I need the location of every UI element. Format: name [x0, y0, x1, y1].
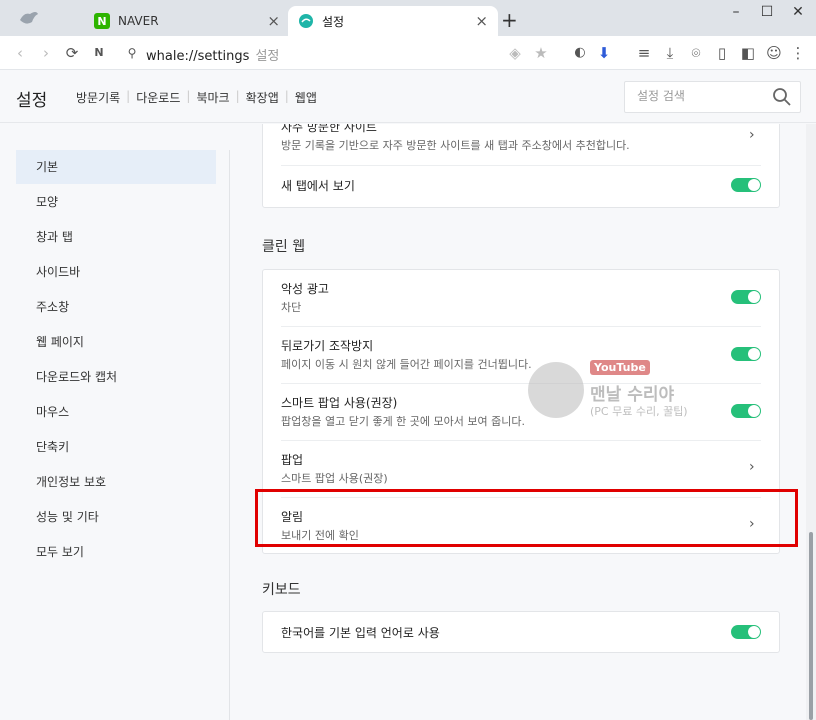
watermark-name: 맨날 수리야 — [590, 385, 675, 405]
sidebar-item-shortcuts[interactable]: 단축키 — [16, 430, 216, 464]
youtube-badge: YouTube — [590, 360, 650, 375]
row-title: 한국어를 기본 입력 언어로 사용 — [281, 626, 440, 640]
title-bar: N NAVER × 설정 × + – ☐ ✕ — [0, 0, 816, 36]
link-bookmarks[interactable]: 북마크 — [190, 89, 235, 106]
forward-icon[interactable]: › — [36, 43, 56, 63]
sidebar-item-sidebar[interactable]: 사이드바 — [16, 255, 216, 289]
settings-content: 자주 방문한 사이트 방문 기록을 기반으로 자주 방문한 사이트를 새 탭과 … — [230, 124, 808, 720]
page-title: 설정 — [16, 91, 48, 111]
tab-label: NAVER — [118, 14, 159, 28]
naver-favicon: N — [94, 13, 110, 29]
mascot-logo — [528, 362, 584, 418]
settings-search[interactable] — [624, 81, 801, 113]
address-input[interactable]: whale://settings 설정 — [146, 45, 279, 64]
site-info-icon[interactable]: ⚲ — [122, 43, 142, 63]
row-title: 스마트 팝업 사용(권장) — [281, 396, 398, 410]
section-title-clean-web: 클린 웹 — [262, 239, 306, 255]
malicious-ads-toggle[interactable] — [731, 290, 761, 304]
tab-label: 설정 — [322, 14, 345, 29]
sidebar-item-appearance[interactable]: 모양 — [16, 185, 216, 219]
home-icon[interactable]: N — [89, 43, 109, 63]
newtab-toggle[interactable] — [731, 178, 761, 192]
minimize-icon[interactable]: – — [720, 4, 752, 20]
smart-popup-toggle[interactable] — [731, 404, 761, 418]
watermark: YouTube 맨날 수리야 (PC 무료 수리, 꿀팁) — [528, 358, 708, 424]
highlight-box — [255, 489, 798, 547]
scrollbar-thumb[interactable] — [809, 532, 813, 720]
maximize-icon[interactable]: ☐ — [751, 4, 783, 20]
sidebar-item-all[interactable]: 모두 보기 — [16, 535, 216, 569]
malicious-ads-row: 악성 광고 차단 — [281, 270, 761, 327]
whale-logo-icon — [20, 12, 38, 24]
row-title: 자주 방문한 사이트 — [281, 124, 377, 134]
download-arrow-icon[interactable]: ⬇ — [594, 43, 614, 63]
korean-default-row: 한국어를 기본 입력 언어로 사용 — [281, 612, 761, 652]
korean-default-toggle[interactable] — [731, 625, 761, 639]
sidebar-item-windows-tabs[interactable]: 창과 탭 — [16, 220, 216, 254]
mouse-gesture-icon[interactable]: ◐ — [570, 43, 590, 63]
frequent-sites-row[interactable]: 자주 방문한 사이트 방문 기록을 기반으로 자주 방문한 사이트를 새 탭과 … — [281, 124, 761, 166]
newtab-card: 자주 방문한 사이트 방문 기록을 기반으로 자주 방문한 사이트를 새 탭과 … — [262, 124, 780, 208]
row-desc: 페이지 이동 시 원치 않게 들어간 페이지를 건너뜁니다. — [281, 358, 532, 371]
sidebar-item-webpage[interactable]: 웹 페이지 — [16, 325, 216, 359]
row-title: 팝업 — [281, 453, 304, 467]
tab-naver[interactable]: N NAVER × — [84, 6, 290, 36]
row-title: 새 탭에서 보기 — [281, 179, 355, 193]
row-desc: 방문 기록을 기반으로 자주 방문한 사이트를 새 탭과 주소창에서 추천합니다… — [281, 139, 630, 152]
row-desc: 스마트 팝업 사용(권장) — [281, 472, 388, 485]
link-webapps[interactable]: 웹앱 — [289, 89, 323, 106]
top-links: 방문기록 | 다운로드 | 북마크 | 확장앱 | 웹앱 — [70, 89, 323, 106]
whale-favicon-icon — [299, 14, 313, 28]
download-icon[interactable]: ⤓ — [660, 43, 680, 63]
settings-header: 설정 방문기록 | 다운로드 | 북마크 | 확장앱 | 웹앱 — [0, 71, 816, 123]
reader-icon[interactable]: ▯ — [712, 43, 732, 63]
capture-icon[interactable]: ⌾ — [686, 43, 706, 63]
settings-sidebar: 기본 모양 창과 탭 사이드바 주소창 웹 페이지 다운로드와 캡처 마우스 단… — [0, 124, 230, 720]
search-icon[interactable] — [772, 87, 792, 107]
row-title: 악성 광고 — [281, 282, 329, 296]
chevron-right-icon: › — [749, 127, 755, 143]
link-extensions[interactable]: 확장앱 — [240, 89, 285, 106]
row-desc: 차단 — [281, 301, 302, 314]
back-prevent-toggle[interactable] — [731, 347, 761, 361]
row-desc: 팝업창을 열고 닫기 좋게 한 곳에 모아서 보여 줍니다. — [281, 415, 525, 428]
chevron-right-icon: › — [749, 459, 755, 475]
sidebar-item-mouse[interactable]: 마우스 — [16, 395, 216, 429]
close-icon[interactable]: × — [267, 12, 280, 30]
tab-settings[interactable]: 설정 × — [288, 6, 498, 36]
search-input[interactable] — [637, 89, 767, 103]
link-history[interactable]: 방문기록 — [70, 89, 126, 106]
sidebar-item-downloads-capture[interactable]: 다운로드와 캡처 — [16, 360, 216, 394]
sidebar-item-addressbar[interactable]: 주소창 — [16, 290, 216, 324]
sidebar-toggle-icon[interactable]: ◧ — [738, 43, 758, 63]
reload-icon[interactable]: ⟳ — [62, 43, 82, 63]
address-toolbar: ‹ › ⟳ N ⚲ whale://settings 설정 ◈ ★ ◐ ⬇ ≡ ⤓… — [0, 36, 816, 70]
close-icon[interactable]: × — [475, 12, 488, 30]
sidebar-item-performance[interactable]: 성능 및 기타 — [16, 500, 216, 534]
window-close-icon[interactable]: ✕ — [782, 4, 814, 20]
newtab-view-row: 새 탭에서 보기 — [281, 171, 761, 201]
sidebar-item-basic[interactable]: 기본 — [16, 150, 216, 184]
star-icon[interactable]: ★ — [531, 43, 551, 63]
back-icon[interactable]: ‹ — [10, 43, 30, 63]
profile-icon[interactable]: ☺ — [764, 43, 784, 63]
section-title-keyboard: 키보드 — [262, 582, 301, 598]
url-hint: 설정 — [255, 49, 280, 64]
sidebar-item-privacy[interactable]: 개인정보 보호 — [16, 465, 216, 499]
link-downloads[interactable]: 다운로드 — [130, 89, 186, 106]
row-title: 뒤로가기 조작방지 — [281, 339, 374, 353]
settings-favicon — [298, 13, 314, 29]
keyboard-card: 한국어를 기본 입력 언어로 사용 — [262, 611, 780, 653]
new-tab-icon[interactable]: + — [501, 10, 518, 30]
menu-icon[interactable]: ⋮ — [788, 43, 808, 63]
url-text: whale://settings — [146, 49, 250, 64]
scrollbar[interactable] — [806, 124, 816, 720]
playlist-icon[interactable]: ≡ — [634, 43, 654, 63]
shield-icon[interactable]: ◈ — [505, 43, 525, 63]
watermark-sub: (PC 무료 수리, 꿀팁) — [590, 405, 688, 418]
